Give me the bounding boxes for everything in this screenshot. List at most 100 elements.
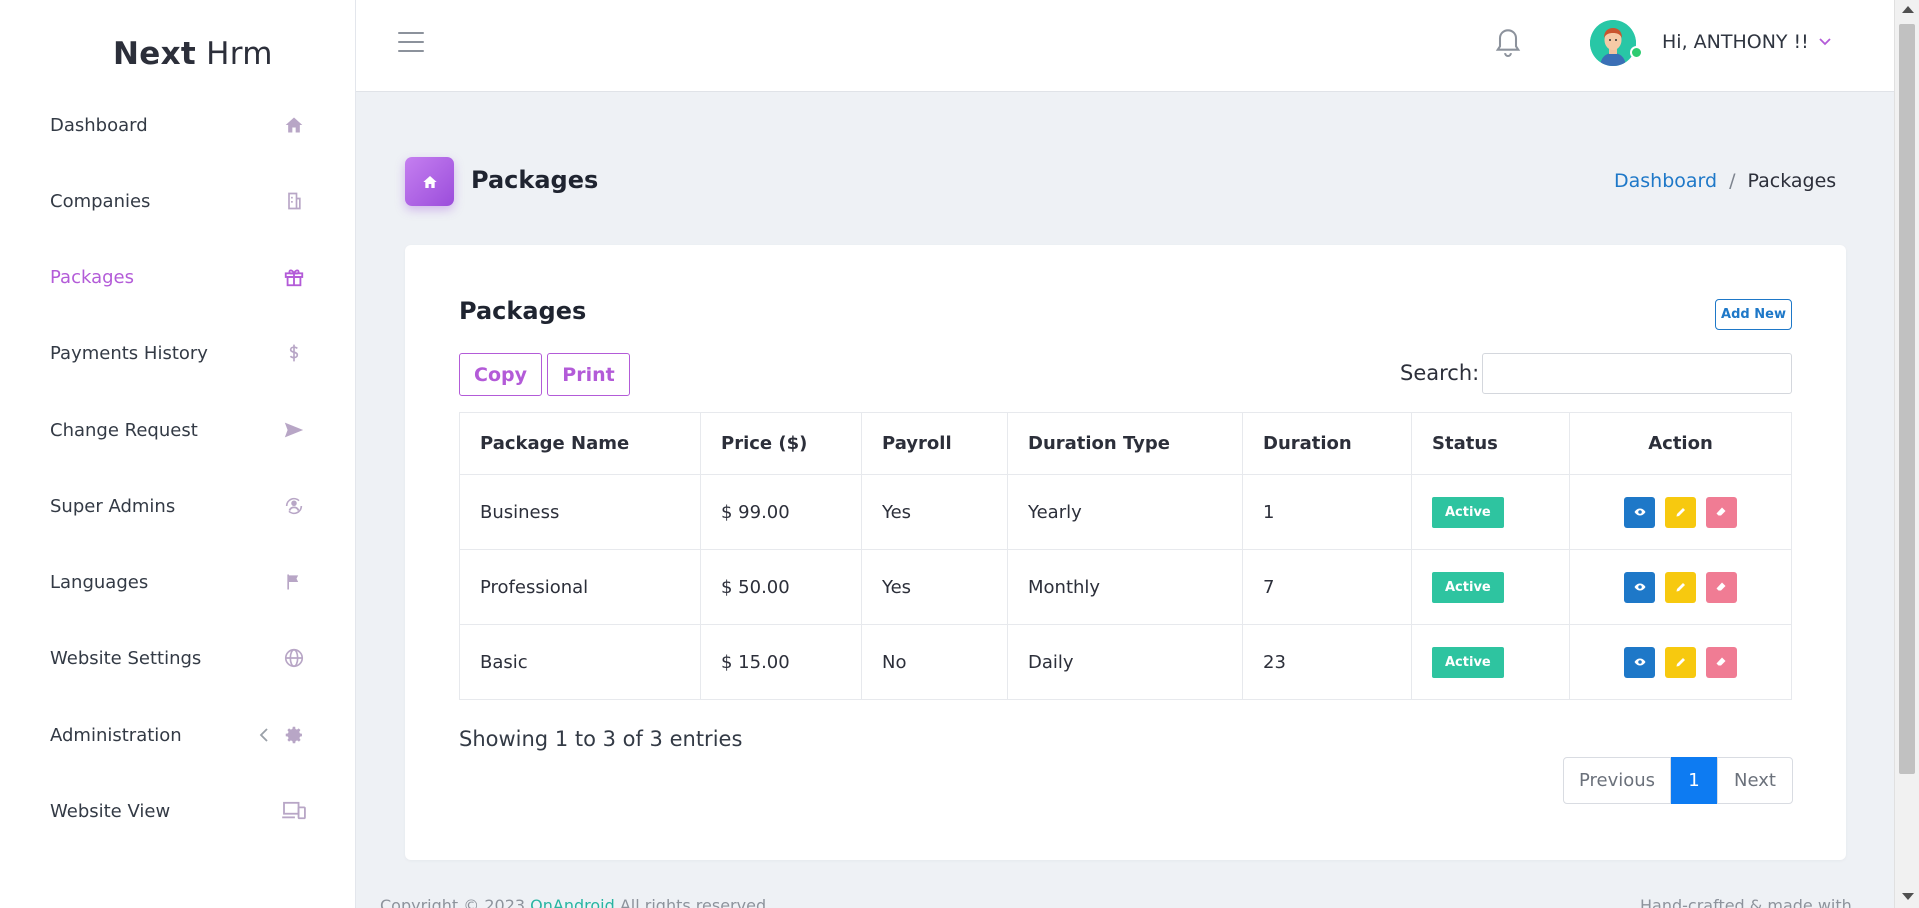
sidebar-item-label: Dashboard [50, 114, 148, 136]
column-header-package-name[interactable]: Package Name [459, 412, 701, 475]
table-row: Basic $ 15.00 No Daily 23 Active [459, 624, 1792, 700]
footer-brand-link[interactable]: OnAndroid [530, 896, 615, 908]
cell-status: Active [1411, 474, 1570, 550]
cell-package-name: Business [459, 474, 701, 550]
scrollbar-thumb[interactable] [1899, 24, 1915, 774]
packages-table: Package Name Price ($) Payroll Duration … [459, 412, 1792, 700]
scroll-down-arrow-icon[interactable] [1902, 893, 1914, 900]
gift-icon [280, 263, 308, 291]
view-button[interactable] [1624, 646, 1656, 678]
delete-button[interactable] [1705, 646, 1737, 678]
top-bar: Hi, ANTHONY !! [356, 0, 1894, 92]
edit-button[interactable] [1665, 496, 1696, 528]
chevron-left-icon [256, 725, 272, 745]
copy-button[interactable]: Copy [459, 353, 542, 396]
sidebar-item-payments-history[interactable]: Payments History [0, 328, 356, 378]
column-header-duration[interactable]: Duration [1242, 412, 1412, 475]
edit-button[interactable] [1665, 646, 1696, 678]
sidebar-item-packages[interactable]: Packages [0, 252, 356, 302]
sidebar-item-website-view[interactable]: Website View [0, 786, 356, 836]
sidebar: Next Hrm Dashboard Companies Packages Pa… [0, 0, 356, 908]
breadcrumb-separator: / [1729, 170, 1736, 192]
breadcrumb-dashboard-link[interactable]: Dashboard [1614, 170, 1717, 192]
scroll-up-arrow-icon[interactable] [1902, 6, 1914, 13]
column-header-payroll[interactable]: Payroll [861, 412, 1008, 475]
user-menu[interactable]: Hi, ANTHONY !! [1662, 31, 1831, 53]
building-icon [280, 187, 308, 215]
footer-copyright: Copyright © 2023 OnAndroid All rights re… [380, 896, 771, 908]
sidebar-item-label: Change Request [50, 419, 198, 441]
table-row: Professional $ 50.00 Yes Monthly 7 Activ… [459, 549, 1792, 625]
eye-icon [1634, 508, 1646, 516]
bell-icon[interactable] [1494, 28, 1526, 62]
print-button[interactable]: Print [547, 353, 630, 396]
cell-price: $ 15.00 [700, 624, 862, 700]
sidebar-item-change-request[interactable]: Change Request [0, 405, 356, 455]
sidebar-item-super-admins[interactable]: Super Admins [0, 481, 356, 531]
brand-logo[interactable]: Next Hrm [113, 36, 273, 72]
cell-duration: 23 [1242, 624, 1412, 700]
cell-duration-type: Monthly [1007, 549, 1243, 625]
pencil-icon [1676, 508, 1685, 517]
eraser-icon [1716, 507, 1726, 516]
cell-duration-type: Daily [1007, 624, 1243, 700]
sidebar-item-label: Companies [50, 190, 151, 212]
add-new-button[interactable]: Add New [1715, 299, 1792, 330]
gear-icon [280, 721, 308, 749]
eye-icon [1634, 583, 1646, 591]
sidebar-item-label: Administration [50, 724, 182, 746]
footer-copyright-prefix: Copyright © 2023 [380, 896, 526, 908]
status-badge: Active [1432, 646, 1504, 678]
sidebar-item-label: Super Admins [50, 495, 176, 517]
user-cycle-icon [280, 492, 308, 520]
sidebar-item-website-settings[interactable]: Website Settings [0, 633, 356, 683]
search-input[interactable] [1482, 353, 1792, 394]
sidebar-item-label: Website Settings [50, 647, 202, 669]
cell-duration-type: Yearly [1007, 474, 1243, 550]
flag-icon [280, 568, 308, 596]
table-header-row: Package Name Price ($) Payroll Duration … [459, 412, 1792, 475]
edit-button[interactable] [1665, 571, 1696, 603]
page-title: Packages [471, 166, 599, 194]
cell-package-name: Basic [459, 624, 701, 700]
view-button[interactable] [1624, 496, 1656, 528]
pagination-next[interactable]: Next [1717, 757, 1793, 804]
home-icon [280, 111, 308, 139]
card-title: Packages [459, 297, 587, 325]
menu-toggle-icon[interactable] [398, 32, 426, 54]
search-label: Search: [1400, 361, 1480, 385]
column-header-status[interactable]: Status [1411, 412, 1570, 475]
pagination-previous[interactable]: Previous [1563, 757, 1671, 804]
delete-button[interactable] [1705, 496, 1737, 528]
cell-actions [1569, 474, 1792, 550]
breadcrumb: Dashboard / Packages [1614, 170, 1836, 192]
chevron-down-icon [1819, 34, 1831, 50]
column-header-duration-type[interactable]: Duration Type [1007, 412, 1243, 475]
packages-card: Packages Add New Copy Print Search: Pack… [405, 245, 1846, 860]
sidebar-item-dashboard[interactable]: Dashboard [0, 100, 356, 150]
page-scrollbar[interactable] [1894, 0, 1919, 908]
view-button[interactable] [1624, 571, 1656, 603]
sidebar-item-administration[interactable]: Administration [0, 710, 356, 760]
column-header-price[interactable]: Price ($) [700, 412, 862, 475]
entries-info: Showing 1 to 3 of 3 entries [459, 727, 743, 751]
cell-actions [1569, 624, 1792, 700]
status-badge: Active [1432, 496, 1504, 528]
table-row: Business $ 99.00 Yes Yearly 1 Active [459, 474, 1792, 550]
pagination: Previous 1 Next [1563, 757, 1793, 804]
dollar-icon [280, 339, 308, 367]
cell-price: $ 50.00 [700, 549, 862, 625]
breadcrumb-current: Packages [1747, 170, 1837, 192]
sidebar-item-languages[interactable]: Languages [0, 557, 356, 607]
cell-duration: 7 [1242, 549, 1412, 625]
delete-button[interactable] [1705, 571, 1737, 603]
cell-status: Active [1411, 549, 1570, 625]
brand-bold: Next [113, 36, 196, 72]
avatar[interactable] [1590, 20, 1636, 66]
cell-actions [1569, 549, 1792, 625]
user-greeting: Hi, ANTHONY !! [1662, 31, 1809, 53]
sidebar-item-companies[interactable]: Companies [0, 176, 356, 226]
pagination-page-1[interactable]: 1 [1671, 757, 1717, 804]
globe-icon [280, 644, 308, 672]
footer-copyright-suffix: All rights reserved. [619, 896, 772, 908]
